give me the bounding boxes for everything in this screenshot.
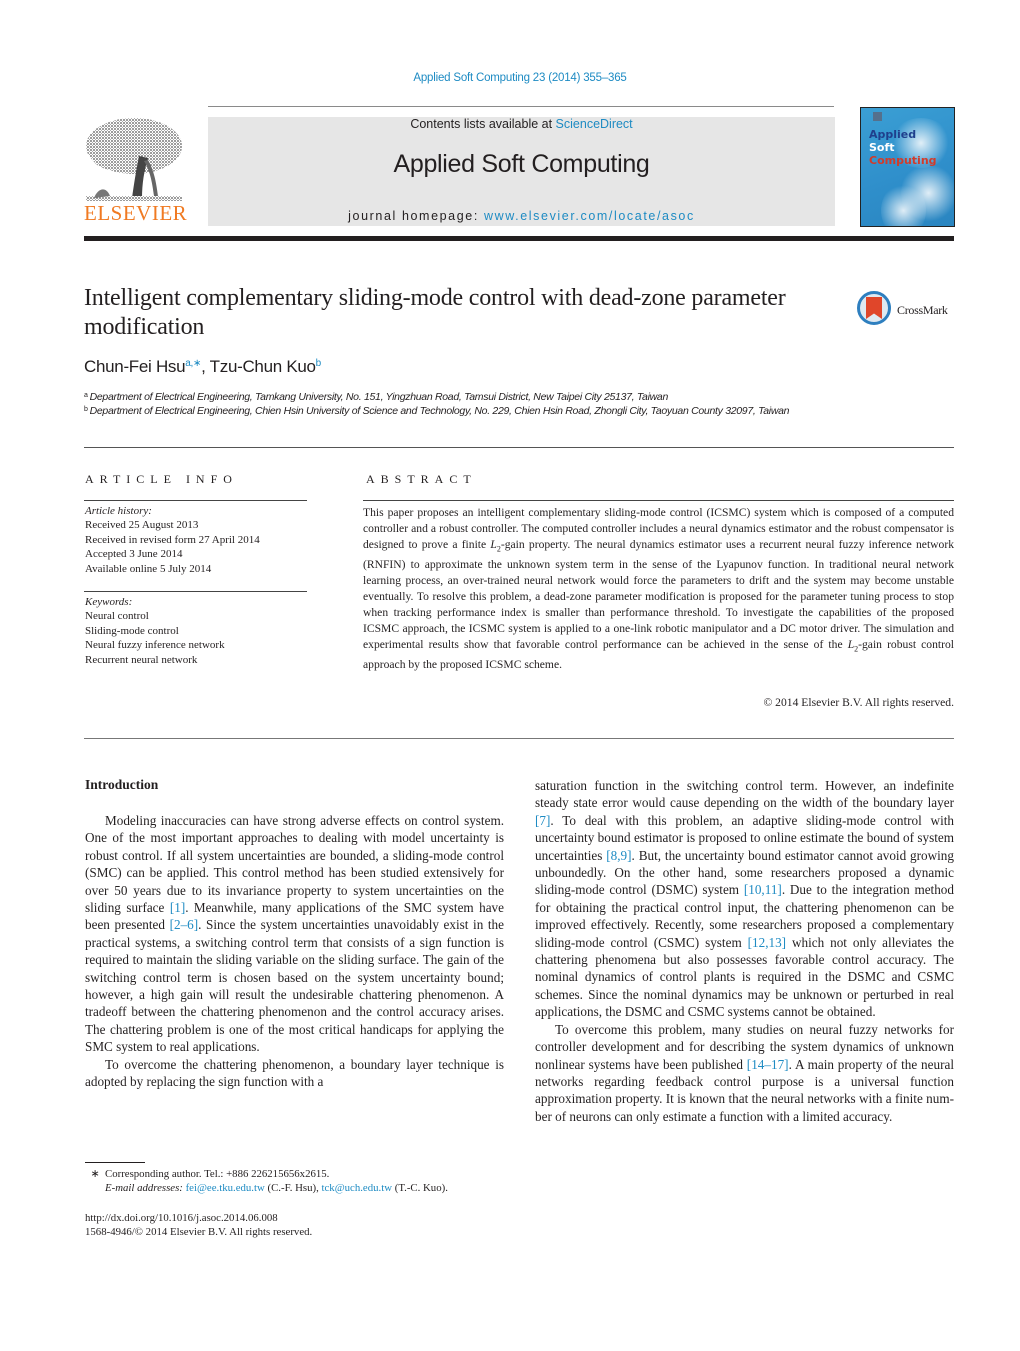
keyword-item: Neural fuzzy inference network	[85, 639, 225, 652]
journal-masthead: Contents lists available at ScienceDirec…	[208, 117, 835, 226]
math-subscript: 2	[854, 643, 859, 653]
citation-link[interactable]: [14–17]	[747, 1057, 789, 1072]
citation-link[interactable]: [12,13]	[748, 935, 786, 950]
crossmark-button[interactable]: CrossMark	[857, 291, 957, 331]
cover-publisher-icon	[873, 112, 882, 121]
article-history-label: Article history:	[85, 505, 152, 517]
sciencedirect-link[interactable]: ScienceDirect	[556, 117, 633, 131]
journal-homepage-link[interactable]: www.elsevier.com/locate/asoc	[484, 209, 695, 223]
author-affiliation-mark[interactable]: a,∗	[185, 358, 201, 369]
article-history: Article history: Received 25 August 2013…	[85, 504, 260, 576]
doi-link[interactable]: http://dx.doi.org/10.1016/j.asoc.2014.06…	[85, 1211, 278, 1225]
email-owner: (C.-F. Hsu),	[264, 1182, 322, 1194]
article-info-rule	[84, 500, 307, 501]
abstract-heading: ABSTRACT	[366, 472, 477, 486]
citation-link[interactable]: [8,9]	[606, 848, 631, 863]
keyword-item: Neural control	[85, 610, 149, 623]
keywords-rule	[84, 591, 307, 592]
elsevier-wordmark: ELSEVIER	[84, 201, 188, 225]
footnote-text: Corresponding author. Tel.: +886 2262156…	[105, 1168, 330, 1180]
history-item: Received in revised form 27 April 2014	[85, 533, 260, 546]
history-item: Accepted 3 June 2014	[85, 548, 183, 561]
abstract-copyright: © 2014 Elsevier B.V. All rights reserved…	[763, 696, 954, 709]
elsevier-logo[interactable]: ELSEVIER	[84, 116, 188, 228]
body-text: saturation function in the switching con…	[535, 778, 954, 811]
abstract-rule	[363, 500, 954, 501]
header-rule	[208, 106, 834, 107]
affiliation-a: a Department of Electrical Engineering, T…	[84, 389, 844, 404]
affiliation-text: Department of Electrical Engineering, Ch…	[89, 405, 790, 417]
body-left-column: Modeling inaccuracies can have strong ad…	[85, 812, 504, 1091]
journal-citation-link[interactable]: Applied Soft Computing 23 (2014) 355–365	[0, 72, 1020, 84]
elsevier-tree-icon	[84, 116, 184, 204]
article-info-heading: ARTICLE INFO	[85, 472, 238, 486]
footnote-mark: ∗	[90, 1168, 100, 1180]
body-paragraph: saturation function in the switching con…	[535, 777, 954, 1021]
keywords: Keywords: Neural control Sliding-mode co…	[85, 595, 225, 667]
header-thick-rule	[84, 236, 954, 241]
abstract-text: This paper proposes an intelligent compl…	[363, 506, 955, 671]
homepage-prefix: journal homepage:	[348, 209, 484, 223]
journal-title: Applied Soft Computing	[393, 150, 650, 178]
affiliation-b: b Department of Electrical Engineering, C…	[84, 403, 829, 418]
article-title: Intelligent complementary sliding-mode c…	[84, 285, 786, 340]
history-item: Available online 5 July 2014	[85, 562, 212, 575]
email-label: E-mail addresses:	[105, 1182, 183, 1194]
cover-title-line2: Soft	[869, 141, 895, 154]
keyword-item: Sliding-mode control	[85, 624, 179, 637]
body-right-column: saturation function in the switching con…	[535, 777, 954, 1125]
citation-link[interactable]: [2–6]	[170, 917, 199, 932]
email-footnote: E-mail addresses: fei@ee.tku.edu.tw (C.-…	[85, 1181, 448, 1195]
keyword-item: Recurrent neural network	[85, 653, 198, 666]
affiliation-text: Department of Electrical Engineering, Ta…	[89, 391, 669, 403]
body-text: . Since the system uncertainties unavoid…	[85, 917, 504, 1055]
abstract-end-rule	[84, 738, 954, 739]
email-link-hsu[interactable]: fei@ee.tku.edu.tw	[186, 1182, 265, 1194]
cover-title-line3: Computing	[869, 154, 937, 167]
title-block-rule	[84, 447, 954, 448]
author-list: Chun-Fei Hsua,∗, Tzu-Chun Kuob	[84, 357, 321, 377]
affiliation-mark: b	[84, 406, 88, 413]
citation-link[interactable]: [1]	[170, 900, 185, 915]
contents-prefix: Contents lists available at	[410, 117, 556, 131]
body-paragraph: Modeling inaccuracies can have strong ad…	[85, 812, 504, 1056]
body-paragraph: To overcome the chattering phenomenon, a…	[85, 1056, 504, 1091]
author-affiliation-mark[interactable]: b	[316, 358, 322, 369]
history-item: Received 25 August 2013	[85, 519, 199, 532]
body-paragraph: To overcome this problem, many studies o…	[535, 1021, 954, 1125]
citation-link[interactable]: [10,11]	[744, 882, 782, 897]
author-separator: ,	[201, 357, 210, 376]
body-text: To overcome the chattering phenomenon, a…	[85, 1056, 504, 1090]
author-name[interactable]: Tzu-Chun Kuo	[210, 357, 316, 376]
footnote-rule	[85, 1162, 145, 1163]
author-name[interactable]: Chun-Fei Hsu	[84, 357, 186, 376]
section-heading-introduction: Introduction	[85, 777, 159, 792]
crossmark-label: CrossMark	[897, 303, 948, 317]
affiliation-mark: a	[84, 392, 88, 399]
keywords-label: Keywords:	[85, 596, 133, 608]
email-owner: (T.-C. Kuo).	[392, 1182, 448, 1194]
corresponding-author-footnote: ∗ Corresponding author. Tel.: +886 226215…	[85, 1167, 329, 1181]
journal-cover-image[interactable]: Applied Soft Computing	[860, 107, 955, 227]
homepage-line: journal homepage: www.elsevier.com/locat…	[208, 209, 835, 223]
email-link-kuo[interactable]: tck@uch.edu.tw	[322, 1182, 393, 1194]
cover-title-line1: Applied	[869, 128, 917, 141]
math-subscript: 2	[496, 544, 501, 554]
citation-link[interactable]: [7]	[535, 813, 550, 828]
contents-line: Contents lists available at ScienceDirec…	[208, 117, 835, 131]
issn-copyright: 1568-4946/© 2014 Elsevier B.V. All right…	[85, 1226, 313, 1238]
